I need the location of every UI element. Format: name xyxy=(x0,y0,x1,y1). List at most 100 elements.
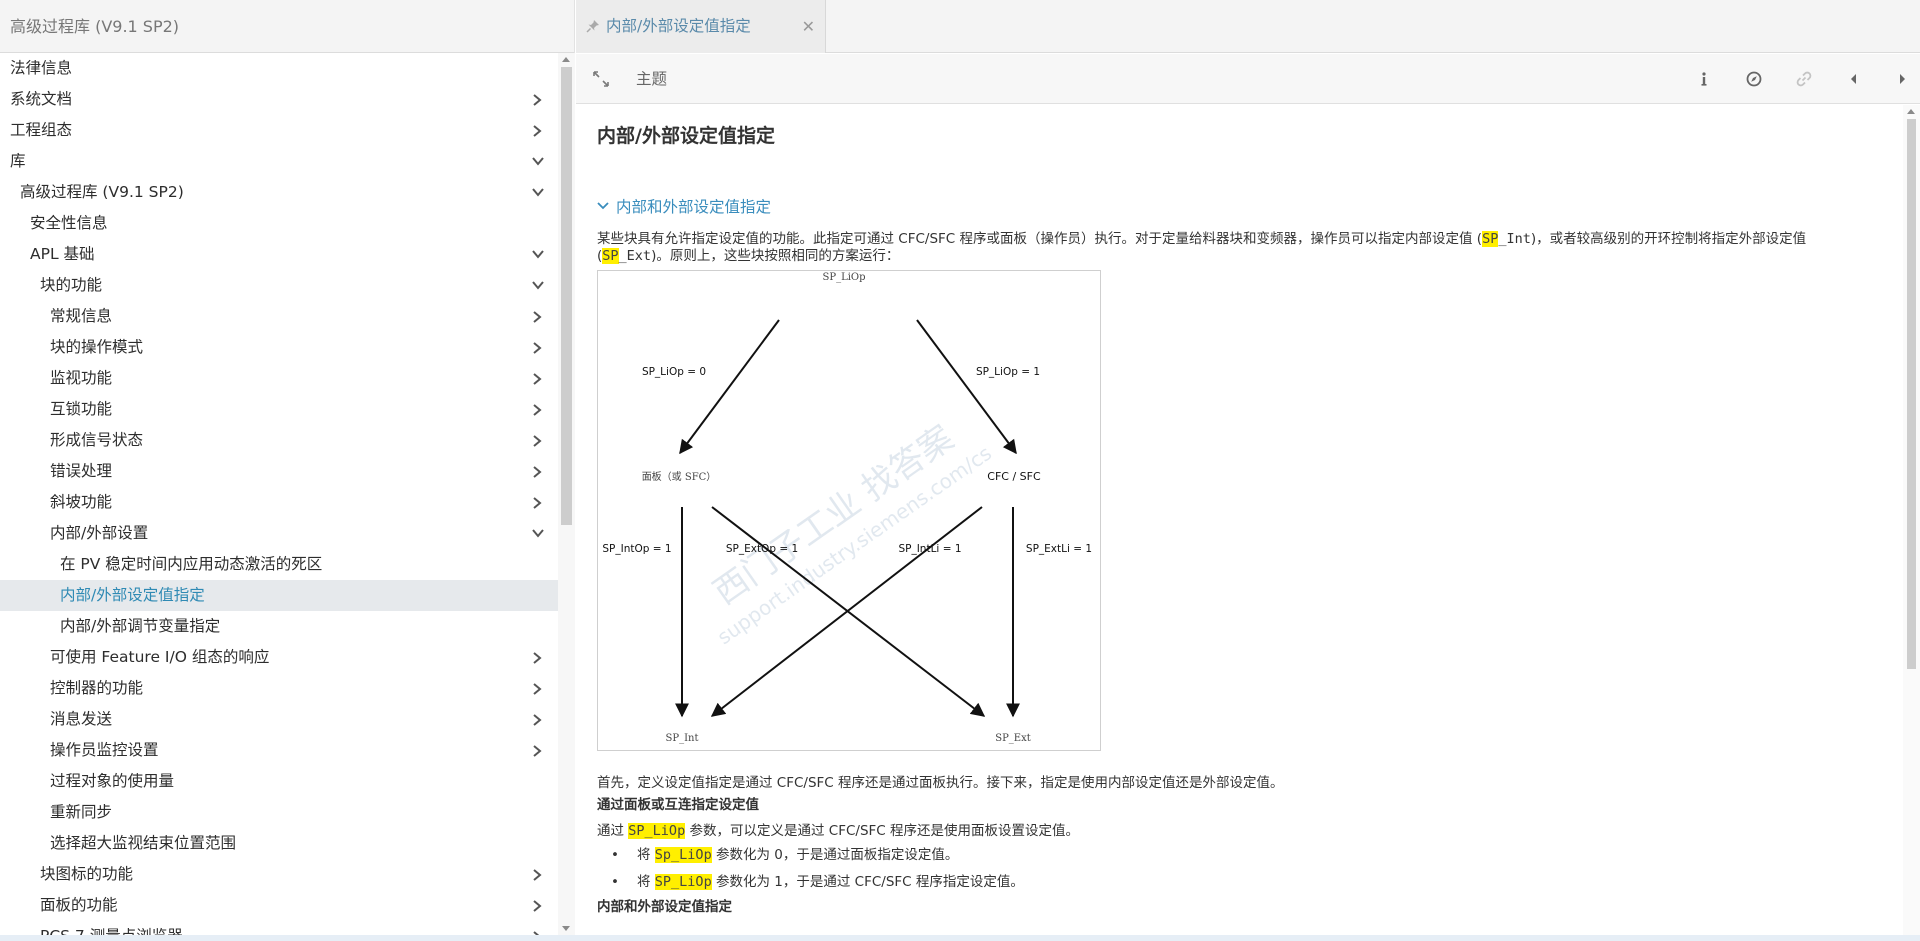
scroll-up-arrow-icon[interactable] xyxy=(1907,109,1915,114)
node-sp-liop: SP_LiOp xyxy=(822,272,865,283)
watermark-text: 西门子工业 找答案 xyxy=(706,418,961,613)
tree-item-label: 系统文档 xyxy=(10,90,73,108)
compass-icon[interactable] xyxy=(1744,69,1764,89)
chevron-right-icon[interactable] xyxy=(528,394,546,425)
tree-item[interactable]: 操作员监控设置 xyxy=(0,735,558,766)
chevron-down-icon[interactable] xyxy=(528,270,546,301)
pin-icon[interactable] xyxy=(586,18,600,37)
chevron-right-icon[interactable] xyxy=(528,456,546,487)
tree-scrollbar[interactable] xyxy=(558,53,575,935)
bullet-text: 将 xyxy=(637,847,655,863)
tree-item[interactable]: 在 PV 稳定时间内应用动态激活的死区 xyxy=(0,549,558,580)
tree-item[interactable]: APL 基础 xyxy=(0,239,558,270)
chevron-down-icon[interactable] xyxy=(528,518,546,549)
tree-item[interactable]: 常规信息 xyxy=(0,301,558,332)
list-item: • 将 Sp_LiOp 参数化为 0，于是通过面板指定设定值。 xyxy=(611,847,959,863)
tree-item-label: 常规信息 xyxy=(50,307,113,325)
chevron-right-icon[interactable] xyxy=(528,673,546,704)
back-icon[interactable] xyxy=(1844,69,1864,89)
sp-ext-code: SP xyxy=(602,248,619,264)
tree-item-label: 重新同步 xyxy=(50,803,113,821)
chevron-right-icon[interactable] xyxy=(528,425,546,456)
tree-item[interactable]: 斜坡功能 xyxy=(0,487,558,518)
tree-item[interactable]: 安全性信息 xyxy=(0,208,558,239)
label-intli: SP_IntLi = 1 xyxy=(898,543,961,555)
tree-item[interactable]: 监视功能 xyxy=(0,363,558,394)
label-extop: SP_ExtOp = 1 xyxy=(726,543,798,555)
chevron-right-icon[interactable] xyxy=(528,301,546,332)
tree-item[interactable]: 过程对象的使用量 xyxy=(0,766,558,797)
navigation-panel: 高级过程库 (V9.1 SP2) 法律信息 系统文档 工程组态库高级过程库 (V9.… xyxy=(0,0,575,941)
info-icon[interactable] xyxy=(1694,69,1714,89)
tree-item[interactable]: 块的操作模式 xyxy=(0,332,558,363)
scrollbar-thumb[interactable] xyxy=(1907,119,1916,669)
tree-item[interactable]: 错误处理 xyxy=(0,456,558,487)
tree-item[interactable]: 重新同步 xyxy=(0,797,558,828)
expand-icon[interactable] xyxy=(592,70,610,92)
tree-item[interactable]: 高级过程库 (V9.1 SP2) xyxy=(0,177,558,208)
node-sp-ext: SP_Ext xyxy=(995,733,1031,744)
scroll-down-arrow-icon[interactable] xyxy=(562,926,570,931)
tree-item[interactable]: 可使用 Feature I/O 组态的响应 xyxy=(0,642,558,673)
chevron-right-icon[interactable] xyxy=(528,921,546,935)
bullet-text: 参数化为 1，于是通过 CFC/SFC 程序指定设定值。 xyxy=(711,874,1024,890)
tree-item[interactable]: 形成信号状态 xyxy=(0,425,558,456)
tree-item[interactable]: 库 xyxy=(0,146,558,177)
tree-item[interactable]: 法律信息 xyxy=(0,53,558,84)
tree-item[interactable]: 块图标的功能 xyxy=(0,859,558,890)
tree-item[interactable]: 工程组态 xyxy=(0,115,558,146)
chevron-right-icon[interactable] xyxy=(528,642,546,673)
chevron-down-icon[interactable] xyxy=(528,239,546,270)
tree-item-label: 斜坡功能 xyxy=(50,493,113,511)
chevron-right-icon[interactable] xyxy=(528,363,546,394)
section-toggle[interactable]: 内部和外部设定值指定 xyxy=(597,193,1877,221)
chevron-right-icon[interactable] xyxy=(528,735,546,766)
chevron-right-icon[interactable] xyxy=(528,890,546,921)
tree-item[interactable]: 块的功能 xyxy=(0,270,558,301)
chevron-down-icon[interactable] xyxy=(528,177,546,208)
section-title: 内部和外部设定值指定 xyxy=(616,198,772,216)
tree-item-label: PCS 7 测量点浏览器 xyxy=(40,927,183,935)
topic-content: 内部/外部设定值指定 内部和外部设定值指定 某些块具有允许指定设定值的功能。此指… xyxy=(576,105,1901,935)
link-icon[interactable] xyxy=(1794,69,1814,89)
tree-item[interactable]: 内部/外部调节变量指定 xyxy=(0,611,558,642)
library-title: 高级过程库 (V9.1 SP2) xyxy=(0,0,574,53)
tree-item-label: 选择超大监视结束位置范围 xyxy=(50,834,237,852)
tree-item-label: 法律信息 xyxy=(10,59,73,77)
navigation-tree: 法律信息系统文档工程组态库高级过程库 (V9.1 SP2) 安全性信息 APL 基础… xyxy=(0,53,558,935)
tree-item[interactable]: 互锁功能 xyxy=(0,394,558,425)
label-extli: SP_ExtLi = 1 xyxy=(1026,543,1092,555)
tree-item-label: 面板的功能 xyxy=(40,896,118,914)
chevron-right-icon[interactable] xyxy=(528,704,546,735)
chevron-right-icon[interactable] xyxy=(528,859,546,890)
chevron-down-icon xyxy=(597,202,609,210)
scroll-up-arrow-icon[interactable] xyxy=(562,57,570,62)
tree-item[interactable]: 消息发送 xyxy=(0,704,558,735)
bullet-text: 将 xyxy=(637,874,655,890)
intro-paragraph: 某些块具有允许指定设定值的功能。此指定可通过 CFC/SFC 程序或面板（操作员… xyxy=(597,231,1872,265)
tree-item[interactable]: 控制器的功能 xyxy=(0,673,558,704)
tree-item-label: 高级过程库 (V9.1 SP2) xyxy=(20,183,184,201)
tree-item[interactable]: 系统文档 xyxy=(0,84,558,115)
tree-item[interactable]: 面板的功能 xyxy=(0,890,558,921)
chevron-right-icon[interactable] xyxy=(528,115,546,146)
tree-item-label: 内部/外部设定值指定 xyxy=(60,586,205,604)
tree-item[interactable]: 选择超大监视结束位置范围 xyxy=(0,828,558,859)
subheading-internal-external: 内部和外部设定值指定 xyxy=(597,899,732,915)
tree-item-label: 错误处理 xyxy=(50,462,113,480)
chevron-down-icon[interactable] xyxy=(528,146,546,177)
tab-label: 内部/外部设定值指定 xyxy=(606,17,751,35)
forward-icon[interactable] xyxy=(1892,69,1912,89)
chevron-right-icon[interactable] xyxy=(528,84,546,115)
tree-item[interactable]: PCS 7 测量点浏览器 xyxy=(0,921,558,935)
close-tab-icon[interactable]: ✕ xyxy=(802,17,815,36)
node-panel: 面板（或 SFC） xyxy=(642,470,717,483)
tree-item-label: 可使用 Feature I/O 组态的响应 xyxy=(50,648,270,666)
chevron-right-icon[interactable] xyxy=(528,332,546,363)
tree-item[interactable]: 内部/外部设定值指定 xyxy=(0,580,558,611)
chevron-right-icon[interactable] xyxy=(528,487,546,518)
scrollbar-thumb[interactable] xyxy=(561,67,572,525)
tree-item[interactable]: 内部/外部设置 xyxy=(0,518,558,549)
tab-setpoint-specification[interactable]: 内部/外部设定值指定 ✕ xyxy=(576,0,826,53)
content-scrollbar[interactable] xyxy=(1903,105,1920,935)
